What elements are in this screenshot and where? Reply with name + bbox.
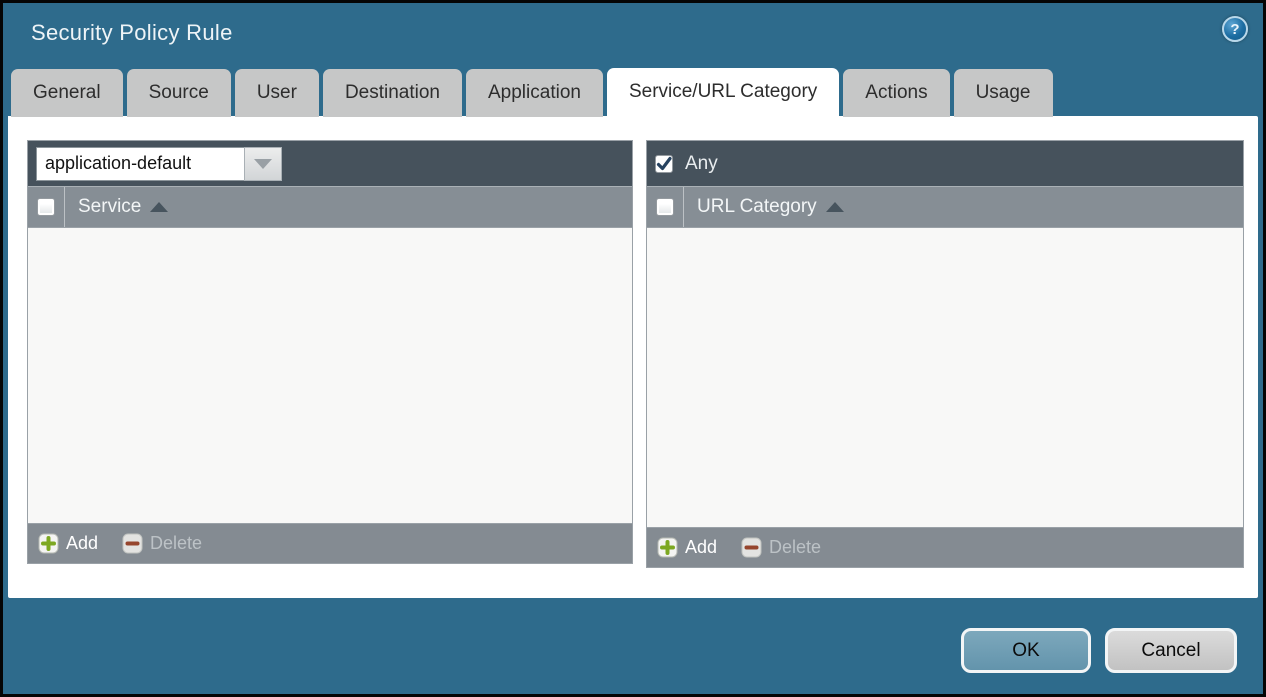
service-table-header: Service xyxy=(28,186,632,228)
page-title: Security Policy Rule xyxy=(31,20,233,46)
header-divider xyxy=(683,187,684,227)
header-divider xyxy=(64,187,65,227)
url-category-delete-button[interactable]: Delete xyxy=(741,537,821,558)
tab-service-url-category[interactable]: Service/URL Category xyxy=(607,68,839,117)
ok-button[interactable]: OK xyxy=(961,628,1091,673)
url-category-toolbar: Any xyxy=(647,141,1243,186)
sort-ascending-icon xyxy=(826,202,844,212)
url-category-panel: Any URL Category Add xyxy=(646,140,1244,568)
tab-bar: General Source User Destination Applicat… xyxy=(11,68,1053,117)
cancel-button[interactable]: Cancel xyxy=(1105,628,1237,673)
plus-icon xyxy=(657,537,678,558)
minus-icon xyxy=(122,533,143,554)
service-select-all-cell xyxy=(28,198,64,216)
url-category-select-all-cell xyxy=(647,198,683,216)
tab-source[interactable]: Source xyxy=(127,69,231,117)
service-add-button[interactable]: Add xyxy=(38,533,98,554)
tab-application[interactable]: Application xyxy=(466,69,603,117)
plus-icon xyxy=(38,533,59,554)
service-add-label: Add xyxy=(66,533,98,554)
tab-actions[interactable]: Actions xyxy=(843,69,949,117)
url-category-column-label[interactable]: URL Category xyxy=(697,196,817,218)
url-category-footer: Add Delete xyxy=(647,527,1243,567)
tab-user[interactable]: User xyxy=(235,69,319,117)
tab-usage[interactable]: Usage xyxy=(954,69,1053,117)
url-category-table-body xyxy=(647,228,1243,527)
url-category-table-header: URL Category xyxy=(647,186,1243,228)
any-label[interactable]: Any xyxy=(685,153,718,175)
service-column-label[interactable]: Service xyxy=(78,196,141,218)
service-table-body xyxy=(28,228,632,523)
url-category-select-all-checkbox[interactable] xyxy=(656,198,674,216)
url-category-add-label: Add xyxy=(685,537,717,558)
service-footer: Add Delete xyxy=(28,523,632,563)
checkmark-icon xyxy=(656,156,672,172)
tab-general[interactable]: General xyxy=(11,69,123,117)
service-type-input[interactable] xyxy=(36,147,244,181)
service-toolbar xyxy=(28,141,632,186)
chevron-down-icon xyxy=(254,159,272,169)
service-type-combobox xyxy=(36,147,282,181)
sort-ascending-icon xyxy=(150,202,168,212)
url-category-delete-label: Delete xyxy=(769,537,821,558)
dialog-content: Service Add Delete xyxy=(8,116,1258,598)
service-select-all-checkbox[interactable] xyxy=(37,198,55,216)
service-panel: Service Add Delete xyxy=(27,140,633,564)
any-checkbox[interactable] xyxy=(655,155,673,173)
minus-icon xyxy=(741,537,762,558)
service-type-dropdown-button[interactable] xyxy=(244,147,282,181)
service-delete-label: Delete xyxy=(150,533,202,554)
help-icon[interactable]: ? xyxy=(1222,16,1248,42)
service-delete-button[interactable]: Delete xyxy=(122,533,202,554)
tab-destination[interactable]: Destination xyxy=(323,69,462,117)
url-category-add-button[interactable]: Add xyxy=(657,537,717,558)
security-policy-rule-dialog: Security Policy Rule ? General Source Us… xyxy=(0,0,1266,697)
